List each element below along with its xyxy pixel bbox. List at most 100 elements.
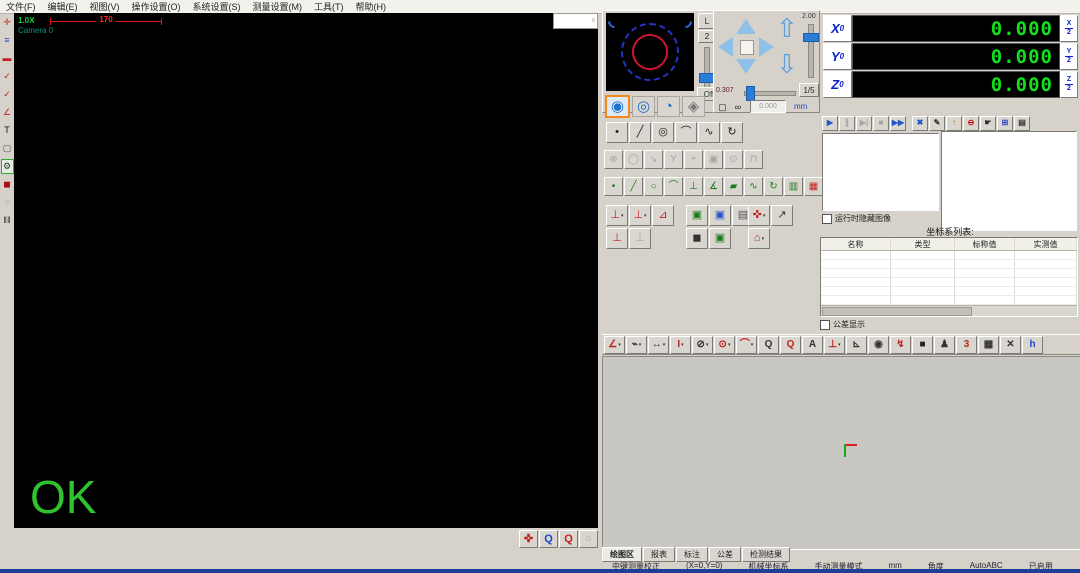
angle-tool-icon[interactable]: ∠ bbox=[1, 105, 14, 120]
jog-center-button[interactable] bbox=[740, 40, 754, 55]
radius-dim-icon[interactable]: ⊙▾ bbox=[714, 336, 735, 354]
coord-label-icon[interactable]: ⊥▾ bbox=[824, 336, 845, 354]
menu-item-5[interactable]: 测量设置(M) bbox=[247, 0, 309, 13]
wrench-icon[interactable]: ✖ bbox=[912, 116, 928, 131]
ring-light-full-icon[interactable]: ◉ bbox=[605, 95, 630, 118]
program-listbox[interactable] bbox=[822, 133, 939, 211]
jog-right-button[interactable] bbox=[759, 37, 774, 57]
step-mode-button[interactable]: 1/5 bbox=[799, 83, 819, 97]
report-view-icon[interactable]: ▤ bbox=[1014, 116, 1030, 131]
edge-image-button[interactable]: ▣ bbox=[704, 150, 723, 169]
menu-item-1[interactable]: 编辑(E) bbox=[42, 0, 84, 13]
stop-button[interactable]: ■ bbox=[873, 116, 889, 131]
menu-item-0[interactable]: 文件(F) bbox=[0, 0, 42, 13]
program-list-icon[interactable]: ≡ bbox=[1, 33, 14, 48]
auto-focus-icon[interactable]: ✓ bbox=[1, 69, 14, 84]
hand-tool-icon[interactable]: ☞ bbox=[1, 195, 14, 210]
abort-icon[interactable]: ⊖ bbox=[963, 116, 979, 131]
home-button[interactable]: ⌂▾ bbox=[748, 228, 770, 249]
auto-perpendicular-button[interactable]: ⊥ bbox=[684, 177, 703, 196]
video-overlay-dropdown[interactable]: ≡ bbox=[553, 13, 598, 29]
dro-z-half-button[interactable]: Z2 bbox=[1060, 71, 1078, 98]
teach-icon[interactable]: ☛ bbox=[980, 116, 996, 131]
fast-forward-button[interactable]: ▶▶ bbox=[890, 116, 906, 131]
text-tool-icon[interactable]: T bbox=[1, 123, 14, 138]
edge-cross-button[interactable]: + bbox=[684, 150, 703, 169]
horizontal-dim-icon[interactable]: ↔▾ bbox=[648, 336, 669, 354]
vertical-dim-icon[interactable]: I▾ bbox=[670, 336, 691, 354]
crosshair-icon[interactable]: ✜ bbox=[519, 530, 538, 548]
table-row[interactable] bbox=[821, 287, 1077, 296]
table-row[interactable] bbox=[821, 269, 1077, 278]
auto-measure-all-button[interactable]: ▦ bbox=[804, 177, 823, 196]
build-cs-align-button[interactable]: ⊥ bbox=[629, 228, 651, 249]
dro-x-label[interactable]: X0 bbox=[823, 15, 852, 42]
h-tool-icon[interactable]: h bbox=[1022, 336, 1043, 354]
pick-branch-icon[interactable]: ↯ bbox=[890, 336, 911, 354]
menu-item-4[interactable]: 系统设置(S) bbox=[187, 0, 247, 13]
zoom-in-icon[interactable]: Q bbox=[539, 530, 558, 548]
stage-icon[interactable]: ▢ bbox=[716, 101, 729, 113]
auto-scan-button[interactable]: ▥ bbox=[784, 177, 803, 196]
diameter-dim-icon[interactable]: ⊘▾ bbox=[692, 336, 713, 354]
save-program-button[interactable]: ▣ bbox=[709, 205, 731, 226]
feed-value-field[interactable]: 0.000 bbox=[750, 100, 786, 113]
build-cs-rotate-button[interactable]: ⊿ bbox=[652, 205, 674, 226]
dark-grid-icon[interactable]: ▦ bbox=[978, 336, 999, 354]
table-header-cell-0[interactable]: 名称 bbox=[821, 238, 891, 250]
text-label-icon[interactable]: A bbox=[802, 336, 823, 354]
auto-angle-button[interactable]: ∡ bbox=[704, 177, 723, 196]
angle-dim-icon[interactable]: ∠▾ bbox=[604, 336, 625, 354]
dro-y-label[interactable]: Y0 bbox=[823, 43, 852, 70]
auto-measure-icon[interactable]: ✓ bbox=[1, 87, 14, 102]
zoom-region-icon[interactable]: Q bbox=[559, 530, 578, 548]
auto-line-button[interactable]: ╱ bbox=[624, 177, 643, 196]
measure-closed-curve-button[interactable]: ↻ bbox=[721, 122, 743, 143]
x-tool-icon[interactable]: ✕ bbox=[1000, 336, 1021, 354]
table-header-cell-2[interactable]: 标称值 bbox=[955, 238, 1015, 250]
barcode-icon[interactable]: ‖‖ bbox=[1, 213, 14, 228]
hide-image-checkbox[interactable] bbox=[822, 214, 832, 224]
ring-light-multi-icon[interactable]: ◈ bbox=[682, 96, 705, 117]
menu-item-7[interactable]: 帮助(H) bbox=[350, 0, 393, 13]
xy-speed-slider-thumb[interactable] bbox=[746, 86, 755, 101]
dro-z-label[interactable]: Z0 bbox=[823, 71, 852, 98]
measure-point-button[interactable]: • bbox=[606, 122, 628, 143]
scrollbar-thumb[interactable] bbox=[822, 307, 972, 316]
circle-select-icon[interactable]: ○ bbox=[579, 530, 598, 548]
ring-light-segment-icon[interactable]: ◎ bbox=[632, 96, 655, 117]
ring-light-quadrant-icon[interactable]: ◔ bbox=[657, 96, 680, 117]
jog-left-button[interactable] bbox=[718, 37, 733, 57]
table-horizontal-scrollbar[interactable] bbox=[821, 305, 1077, 316]
dro-x-half-button[interactable]: X2 bbox=[1060, 15, 1078, 42]
table-header-cell-3[interactable]: 实测值 bbox=[1015, 238, 1077, 250]
camera-video-view[interactable]: 1.0X 170 Camera 0 OK ≡ bbox=[14, 13, 598, 528]
probe-icon[interactable]: ✛ bbox=[1, 15, 14, 30]
settings-gear-icon[interactable]: ⚙ bbox=[1, 159, 14, 174]
save-green-button[interactable]: ▣ bbox=[709, 228, 731, 249]
element-listbox[interactable] bbox=[941, 131, 1077, 231]
z-down-button[interactable]: ⇩ bbox=[776, 51, 798, 77]
leader-dim-icon[interactable]: ⌁▾ bbox=[626, 336, 647, 354]
table-row[interactable] bbox=[821, 278, 1077, 287]
goto-origin-button[interactable]: ✜▾ bbox=[748, 205, 770, 226]
capture-icon[interactable]: ◼ bbox=[1, 177, 14, 192]
auto-curve-button[interactable]: ∿ bbox=[744, 177, 763, 196]
drawing-area[interactable] bbox=[602, 356, 1080, 550]
grid-view-icon[interactable]: ⊞ bbox=[997, 116, 1013, 131]
edge-vee-button[interactable]: Y bbox=[664, 150, 683, 169]
run-button[interactable]: ▶ bbox=[822, 116, 838, 131]
move-up-icon[interactable]: ↑ bbox=[946, 116, 962, 131]
measure-arc-button[interactable]: ⌒ bbox=[675, 122, 697, 143]
zoom-in-icon[interactable]: Q bbox=[780, 336, 801, 354]
laser-line-icon[interactable]: ▬ bbox=[1, 51, 14, 66]
red-3-icon[interactable]: 3 bbox=[956, 336, 977, 354]
z-speed-slider-thumb[interactable] bbox=[803, 33, 819, 42]
save-dark-button[interactable]: ◼ bbox=[686, 228, 708, 249]
table-row[interactable] bbox=[821, 251, 1077, 260]
table-row[interactable] bbox=[821, 296, 1077, 305]
jog-down-button[interactable] bbox=[736, 59, 756, 74]
measure-curve-button[interactable]: ∿ bbox=[698, 122, 720, 143]
circle-view-icon[interactable]: ◉ bbox=[868, 336, 889, 354]
fill-square-icon[interactable]: ■ bbox=[912, 336, 933, 354]
